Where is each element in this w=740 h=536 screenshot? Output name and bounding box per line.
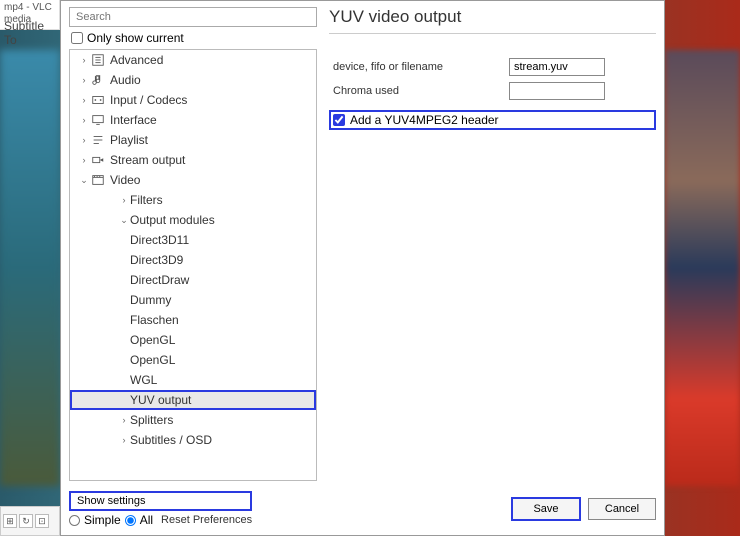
save-button[interactable]: Save — [512, 498, 580, 520]
yuv4mpeg2-header-label: Add a YUV4MPEG2 header — [350, 113, 499, 127]
reset-preferences-button[interactable]: Reset Preferences — [161, 514, 252, 526]
tree-item-opengl-2[interactable]: OpenGL — [70, 350, 316, 370]
tree-item-direct3d9[interactable]: Direct3D9 — [70, 250, 316, 270]
only-show-current-checkbox[interactable] — [71, 32, 83, 44]
advanced-icon — [90, 53, 106, 67]
codecs-icon — [90, 93, 106, 107]
search-input[interactable] — [69, 7, 317, 27]
tree-item-directdraw[interactable]: DirectDraw — [70, 270, 316, 290]
tree-item-subtitles-osd[interactable]: › Subtitles / OSD — [70, 430, 316, 450]
menu-subtitle[interactable]: Subtitle — [4, 19, 44, 33]
device-label: device, fifo or filename — [329, 61, 509, 73]
tree-item-input-codecs[interactable]: › Input / Codecs — [70, 90, 316, 110]
stream-icon — [90, 153, 106, 167]
tree-item-video[interactable]: ⌄ Video — [70, 170, 316, 190]
chevron-right-icon: › — [118, 195, 130, 205]
audio-icon — [90, 73, 106, 87]
chevron-right-icon: › — [78, 95, 90, 105]
simple-radio[interactable] — [69, 515, 80, 526]
chevron-right-icon: › — [78, 75, 90, 85]
all-radio[interactable] — [125, 515, 136, 526]
chroma-input[interactable] — [509, 82, 605, 100]
chroma-label: Chroma used — [329, 85, 509, 97]
chevron-right-icon: › — [78, 155, 90, 165]
yuv4mpeg2-header-checkbox[interactable] — [333, 114, 345, 126]
yuv4mpeg2-header-row[interactable]: Add a YUV4MPEG2 header — [329, 110, 656, 130]
tree-item-output-modules[interactable]: ⌄ Output modules — [70, 210, 316, 230]
tree-item-playlist[interactable]: › Playlist — [70, 130, 316, 150]
interface-icon — [90, 113, 106, 127]
video-icon — [90, 173, 106, 187]
show-settings-label: Show settings — [69, 491, 252, 511]
menu-tools[interactable]: To — [4, 33, 17, 47]
tree-item-opengl[interactable]: OpenGL — [70, 330, 316, 350]
tree-item-advanced[interactable]: › Advanced — [70, 50, 316, 70]
all-label: All — [140, 513, 153, 527]
device-input[interactable] — [509, 58, 605, 76]
cancel-button[interactable]: Cancel — [588, 498, 656, 520]
chevron-down-icon: ⌄ — [78, 175, 90, 186]
toolbar-button[interactable]: ⊞ — [3, 514, 17, 528]
chevron-right-icon: › — [78, 115, 90, 125]
tree-item-interface[interactable]: › Interface — [70, 110, 316, 130]
tree-item-direct3d11[interactable]: Direct3D11 — [70, 230, 316, 250]
chevron-right-icon: › — [78, 55, 90, 65]
dialog-footer: Show settings Simple All Reset Preferenc… — [61, 487, 664, 535]
simple-label: Simple — [84, 513, 121, 527]
tree-item-wgl[interactable]: WGL — [70, 370, 316, 390]
chevron-right-icon: › — [78, 135, 90, 145]
tree-item-splitters[interactable]: › Splitters — [70, 410, 316, 430]
playlist-icon — [90, 133, 106, 147]
tree-item-filters[interactable]: › Filters — [70, 190, 316, 210]
tree-item-flaschen[interactable]: Flaschen — [70, 310, 316, 330]
tree-item-audio[interactable]: › Audio — [70, 70, 316, 90]
tree-item-stream-output[interactable]: › Stream output — [70, 150, 316, 170]
category-tree[interactable]: › Advanced › Audio › Input / Codecs › — [69, 49, 317, 481]
preferences-dialog: Only show current › Advanced › Audio › I… — [60, 0, 665, 536]
only-show-current-row[interactable]: Only show current — [71, 31, 317, 45]
toolbar-button[interactable]: ⊡ — [35, 514, 49, 528]
panel-title: YUV video output — [329, 7, 656, 34]
chevron-right-icon: › — [118, 435, 130, 445]
toolbar-button[interactable]: ↻ — [19, 514, 33, 528]
tree-item-yuv-output[interactable]: YUV output — [70, 390, 316, 410]
menubar: Subtitle To — [0, 15, 60, 51]
chevron-down-icon: ⌄ — [118, 215, 130, 226]
bottom-toolbar: ⊞ ↻ ⊡ — [0, 506, 60, 536]
chevron-right-icon: › — [118, 415, 130, 425]
only-show-current-label: Only show current — [87, 31, 184, 45]
tree-item-dummy[interactable]: Dummy — [70, 290, 316, 310]
